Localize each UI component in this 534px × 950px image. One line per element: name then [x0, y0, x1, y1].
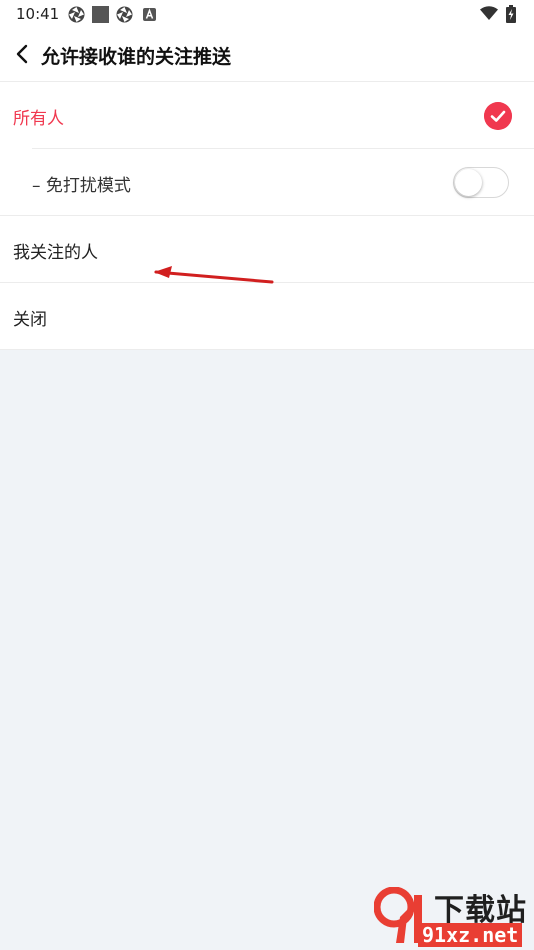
status-time: 10:41 — [16, 5, 60, 23]
option-off-label: 关闭 — [13, 310, 47, 330]
dnd-label: – 免打扰模式 — [32, 176, 131, 196]
option-everyone-label: 所有人 — [13, 109, 64, 129]
aperture-icon — [116, 6, 133, 23]
check-circle-icon — [484, 102, 512, 130]
chevron-left-icon[interactable] — [14, 44, 32, 64]
toggle-knob — [455, 169, 482, 196]
annotation-arrow-icon — [154, 266, 274, 284]
option-people-i-follow-label: 我关注的人 — [13, 243, 98, 263]
option-do-not-disturb: – 免打扰模式 — [0, 149, 534, 216]
option-everyone[interactable]: 所有人 — [0, 82, 534, 149]
battery-charging-icon — [506, 5, 516, 23]
aperture-icon — [68, 6, 85, 23]
wifi-icon — [480, 6, 498, 20]
a-box-icon — [143, 8, 156, 21]
push-options-list: 所有人 – 免打扰模式 我关注的人 关闭 — [0, 82, 534, 350]
dnd-toggle[interactable] — [453, 167, 509, 198]
option-off[interactable]: 关闭 — [0, 283, 534, 350]
watermark: 下载站 91xz.net — [372, 885, 532, 947]
app-header: 允许接收谁的关注推送 — [0, 28, 534, 82]
square-icon — [92, 6, 109, 23]
watermark-url: 91xz.net — [418, 923, 523, 947]
status-right-icons — [480, 5, 520, 23]
divider — [0, 349, 534, 350]
status-bar: 10:41 — [0, 0, 534, 28]
page-title: 允许接收谁的关注推送 — [41, 46, 232, 68]
